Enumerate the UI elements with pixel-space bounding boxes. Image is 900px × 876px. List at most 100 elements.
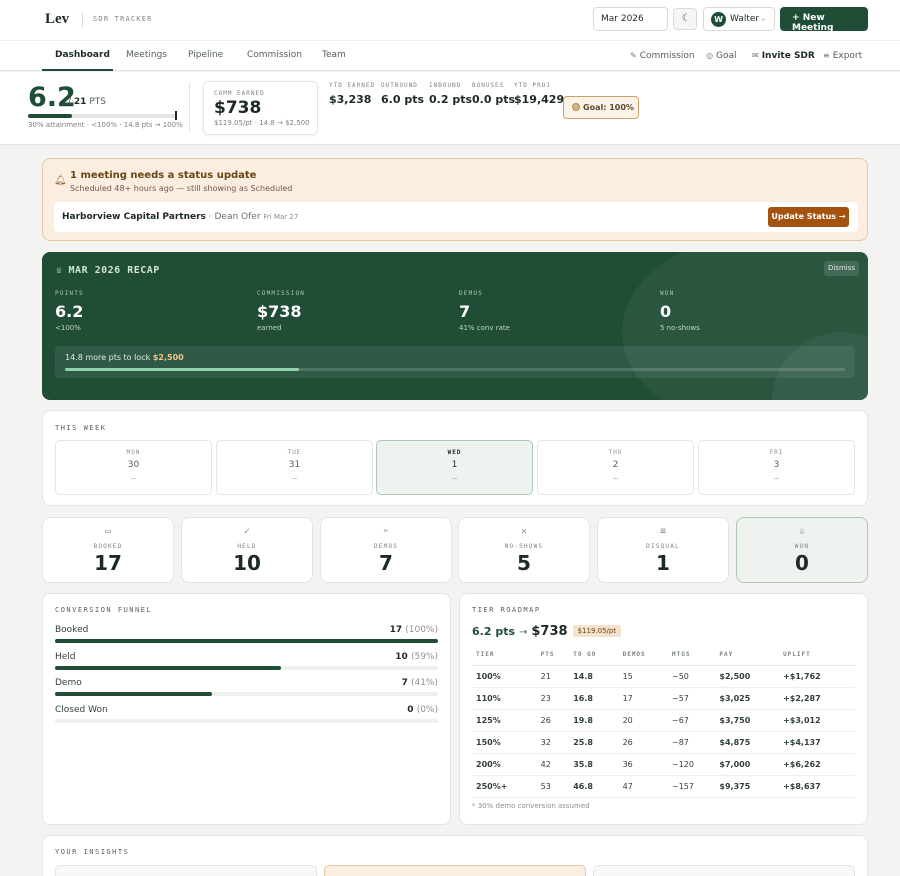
tile-label: NO-SHOWS [504, 543, 544, 550]
table-row: 250%+ 53 46.8 47 ~157 $9,375 +$8,637 [472, 775, 855, 798]
funnel-bar [55, 692, 438, 696]
day-card-tue[interactable]: TUE 31 — [216, 440, 373, 495]
roadmap-points: 6.2 pts [472, 625, 515, 638]
table-cell: 46.8 [569, 775, 619, 798]
table-cell: $7,000 [715, 753, 780, 776]
tile-value: 10 [233, 551, 261, 575]
recap-stat-label: DEMOS [459, 290, 484, 297]
tile-booked[interactable]: ▭ BOOKED 17 [42, 517, 174, 583]
table-cell: 32 [536, 731, 570, 754]
user-name: Walter [730, 14, 760, 24]
trophy-icon: ♕ [56, 265, 63, 276]
tile-won[interactable]: ♕ WON 0 [736, 517, 868, 583]
alert-meeting-row[interactable]: Harborview Capital Partners · Dean Ofer … [54, 202, 858, 232]
day-card-thu[interactable]: THU 2 — [537, 440, 694, 495]
logo-divider [82, 12, 83, 28]
day-number: 2 [612, 460, 619, 470]
commission-value: $738 [214, 98, 262, 118]
funnel-bar [55, 639, 438, 643]
table-cell: $3,025 [715, 687, 780, 710]
insight-card[interactable]: ◎ [324, 865, 586, 876]
export-action[interactable]: ≡ Export [823, 51, 862, 61]
invite-sdr-action[interactable]: ✉ Invite SDR [752, 51, 815, 61]
table-cell: 110% [472, 687, 537, 710]
recap-stat-commission: COMMISSION $738 earned [257, 290, 305, 332]
goal-action-label: Goal [715, 51, 737, 61]
funnel-value: 0 (0%) [407, 705, 438, 715]
user-menu-button[interactable]: W Walter ⌄ [703, 7, 775, 31]
funnel-value: 7 (41%) [402, 678, 438, 688]
funnel-bar [55, 719, 438, 723]
day-card-mon[interactable]: MON 30 — [55, 440, 212, 495]
tab-meetings[interactable]: Meetings [126, 50, 167, 60]
funnel-row-closed-won: Closed Won 0 (0%) [55, 705, 438, 723]
new-meeting-button[interactable]: + New Meeting [780, 7, 868, 33]
recap-stat-value: 6.2 [55, 302, 84, 321]
logo[interactable]: Lev [45, 11, 69, 28]
column-header: TO GO [569, 645, 619, 666]
commission-action-label: Commission [639, 51, 695, 61]
tile-value: 5 [517, 551, 531, 575]
funnel-name: Demo [55, 678, 82, 688]
tile-no-shows[interactable]: ✕ NO-SHOWS 5 [458, 517, 590, 583]
funnel-bar [55, 666, 438, 670]
goal-action[interactable]: ◎ Goal [706, 51, 736, 61]
kpi-value: $3,238 [329, 93, 372, 106]
kpi-label: YTD PROJ [514, 82, 551, 89]
table-cell: ~120 [667, 753, 716, 776]
attainment-bar [28, 114, 176, 118]
insight-card[interactable]: ◎ [593, 865, 855, 876]
table-cell: 23 [536, 687, 570, 710]
tab-commission[interactable]: Commission [247, 50, 302, 60]
table-cell: ~157 [667, 775, 716, 798]
roadmap-money: $738 [531, 624, 568, 639]
attainment-target-marker [175, 111, 177, 120]
kpi-ytd-proj: YTD PROJ $19,429 [514, 82, 564, 106]
goal-icon [572, 103, 580, 111]
tile-label: DEMOS [373, 543, 399, 550]
section-label: THIS WEEK [55, 424, 107, 432]
goal-button[interactable]: Goal: 100% [563, 96, 639, 119]
day-card-fri[interactable]: FRI 3 — [698, 440, 855, 495]
recap-stat-demos: DEMOS 7 41% conv rate [459, 290, 510, 332]
kpi-label: OUTBOUND [381, 82, 418, 89]
table-cell: 26 [618, 731, 668, 754]
tile-label: DISQUAL [646, 543, 680, 550]
funnel-row-demo: Demo 7 (41%) [55, 678, 438, 696]
column-header: MTGS [667, 645, 716, 666]
table-cell: 19.8 [569, 709, 619, 732]
day-number: 1 [451, 460, 458, 470]
table-cell: 26 [536, 709, 570, 732]
invite-sdr-label: Invite SDR [761, 51, 815, 61]
day-number: 30 [127, 460, 140, 470]
commission-action[interactable]: ✎ Commission [630, 51, 695, 61]
insight-card[interactable]: ◎ [55, 865, 317, 876]
theme-toggle-button[interactable]: ☾ [673, 8, 697, 30]
alert-title: 1 meeting needs a status update [70, 170, 257, 181]
tile-label: WON [794, 543, 810, 550]
table-row: 125% 26 19.8 20 ~67 $3,750 +$3,012 [472, 709, 855, 732]
tile-disqual[interactable]: ≡ DISQUAL 1 [597, 517, 729, 583]
funnel-pct: (0%) [416, 705, 438, 715]
active-tab-indicator [42, 69, 113, 71]
points-target-value: 21 [73, 97, 87, 107]
stats-band: 6.2 / 21 PTS 30% attainment · <100% · 14… [0, 72, 900, 145]
month-select[interactable]: Mar 2026 [593, 7, 668, 31]
recap-stat-sub: 5 no-shows [660, 324, 700, 332]
table-cell: 125% [472, 709, 537, 732]
day-card-wed[interactable]: WED 1 — [376, 440, 533, 495]
tile-held[interactable]: ✓ HELD 10 [181, 517, 313, 583]
tab-pipeline[interactable]: Pipeline [188, 50, 223, 60]
update-status-button[interactable]: Update Status → [768, 207, 849, 227]
table-cell: +$1,762 [779, 665, 855, 688]
day-name: THU [608, 449, 623, 456]
kpi-bonuses: BONUSES 0.0 pts [472, 82, 515, 106]
table-cell: 250%+ [472, 775, 537, 798]
tab-dashboard[interactable]: Dashboard [55, 50, 110, 60]
dismiss-button[interactable]: Dismiss [824, 261, 859, 276]
recap-stat-label: POINTS [55, 290, 84, 297]
list-icon: ≡ [823, 51, 830, 60]
tab-team[interactable]: Team [322, 50, 346, 60]
table-cell: $2,500 [715, 665, 780, 688]
tile-demos[interactable]: ➢ DEMOS 7 [320, 517, 452, 583]
